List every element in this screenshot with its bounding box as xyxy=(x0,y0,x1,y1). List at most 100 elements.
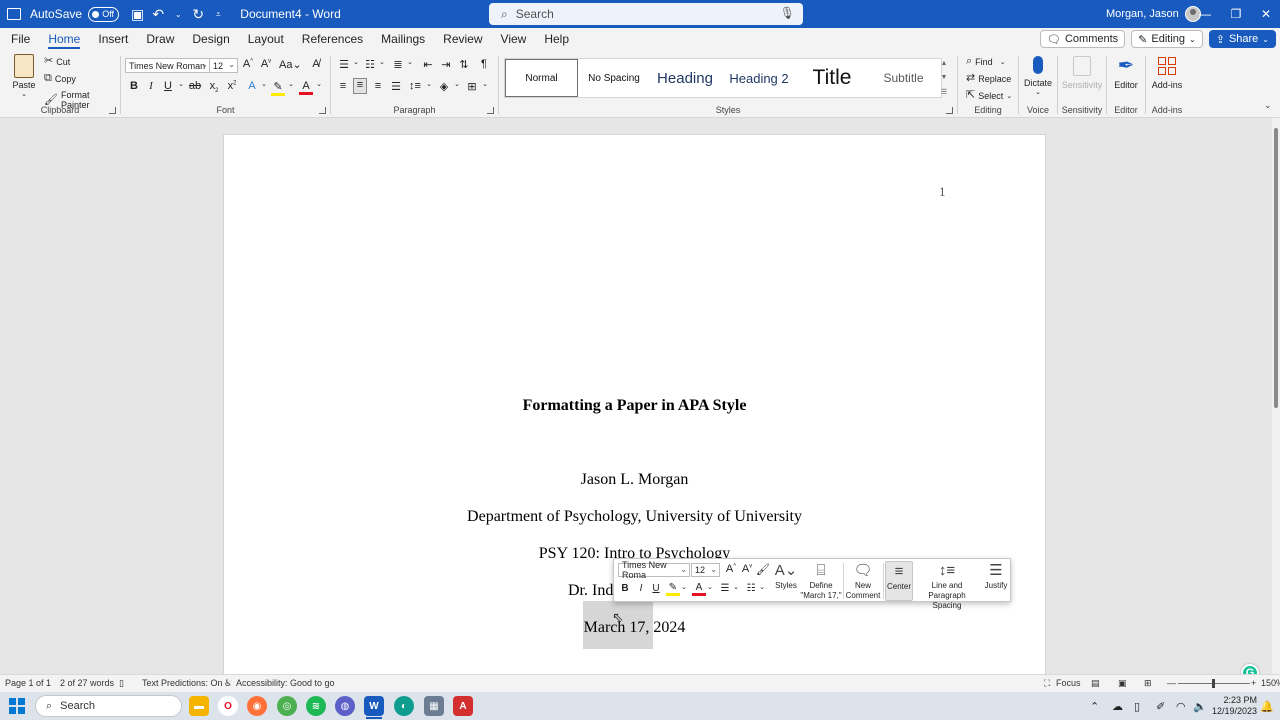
comments-button[interactable]: 🗨 Comments xyxy=(1040,30,1126,48)
redo-icon[interactable]: ↻ xyxy=(192,6,204,23)
sort-icon[interactable]: ⇅ xyxy=(457,58,471,71)
tray-overflow-icon[interactable]: ⌃ xyxy=(1090,692,1099,720)
editor-button[interactable]: ✒ Editor xyxy=(1109,54,1143,90)
tab-layout[interactable]: Layout xyxy=(237,28,291,50)
tab-mailings[interactable]: Mailings xyxy=(370,28,432,50)
usb-icon[interactable]: ▯ xyxy=(1134,692,1140,720)
sensitivity-button[interactable]: Sensitivity xyxy=(1060,54,1104,90)
mini-font-name-select[interactable]: Times New Roma ⌄ xyxy=(618,560,690,580)
taskbar-search[interactable]: ⌕ Search xyxy=(35,695,182,717)
firefox-icon[interactable]: ◉ xyxy=(247,696,267,716)
select-button[interactable]: ⇱ Select ⌄ xyxy=(966,90,1012,101)
font-color-icon[interactable]: A xyxy=(299,80,313,95)
borders-icon[interactable]: ⊞ xyxy=(465,80,479,93)
share-button[interactable]: ⇪ Share ⌄ xyxy=(1208,30,1276,48)
save-icon[interactable]: ▣ xyxy=(131,6,144,23)
zoom-in-icon[interactable]: + xyxy=(1251,678,1256,688)
justify-button[interactable]: ☰ Justify xyxy=(982,561,1010,601)
file-explorer-icon[interactable]: ▬ xyxy=(189,696,209,716)
tab-review[interactable]: Review xyxy=(432,28,489,50)
user-account[interactable]: Morgan, Jason xyxy=(1106,0,1201,28)
mini-grow-font-icon[interactable]: A^ xyxy=(724,563,738,575)
chevron-down-icon[interactable]: ⌄ xyxy=(703,583,717,591)
strikethrough-icon[interactable]: ab xyxy=(188,80,202,92)
subscript-icon[interactable]: x2 xyxy=(207,80,221,94)
close-icon[interactable]: ✕ xyxy=(1251,0,1280,28)
mini-format-painter-icon[interactable]: 🖌 xyxy=(756,563,770,576)
browser-icon[interactable]: ◐ xyxy=(394,696,414,716)
line-spacing-icon[interactable]: ↕≡ xyxy=(408,80,422,92)
app-icon[interactable]: ◍ xyxy=(335,696,355,716)
chevron-down-icon[interactable]: ⌄ xyxy=(422,80,436,88)
chevron-down-icon[interactable]: ⌄ xyxy=(284,80,298,88)
dictate-button[interactable]: Dictate ⌄ xyxy=(1021,54,1055,96)
find-button[interactable]: ⌕ Find ⌄ xyxy=(966,56,1006,67)
calculator-icon[interactable]: ▦ xyxy=(424,696,444,716)
decrease-indent-icon[interactable]: ⇤ xyxy=(421,58,435,71)
zoom-out-icon[interactable]: — xyxy=(1167,678,1176,688)
title-search-box[interactable]: ⌕ Search 🎙 xyxy=(489,3,803,25)
mini-italic-icon[interactable]: I xyxy=(634,583,648,594)
chevron-down-icon[interactable]: ⌄ xyxy=(729,583,743,591)
font-size-select[interactable]: 12 ⌄ xyxy=(209,58,238,73)
undo-dropdown-icon[interactable]: ⌄ xyxy=(172,10,184,19)
align-right-icon[interactable]: ≡ xyxy=(371,80,385,92)
clipboard-launcher-icon[interactable] xyxy=(109,107,116,114)
define-button[interactable]: ⌸ Define "March 17," xyxy=(800,561,842,601)
windows-start-icon[interactable] xyxy=(9,698,25,714)
shading-icon[interactable]: ◈ xyxy=(437,80,451,93)
bold-icon[interactable]: B xyxy=(127,80,141,92)
mini-shrink-font-icon[interactable]: Av xyxy=(740,563,754,575)
cut-button[interactable]: ✂ Cut xyxy=(44,56,70,67)
tab-view[interactable]: View xyxy=(490,28,534,50)
chevron-down-icon[interactable]: ⌄ xyxy=(312,80,326,88)
justify-icon[interactable]: ☰ xyxy=(389,80,403,93)
superscript-icon[interactable]: x2 xyxy=(225,80,239,92)
tab-insert[interactable]: Insert xyxy=(87,28,135,50)
chevron-down-icon[interactable]: ⌄ xyxy=(403,58,417,66)
undo-icon[interactable]: ↶ xyxy=(152,6,164,23)
paste-button[interactable]: Paste ⌄ xyxy=(10,54,38,98)
tab-draw[interactable]: Draw xyxy=(135,28,181,50)
mini-styles-button[interactable]: A⌄ Styles xyxy=(772,561,800,601)
wifi-icon[interactable]: ◠ xyxy=(1176,692,1186,720)
autosave-control[interactable]: AutoSave Off xyxy=(30,6,120,22)
restore-icon[interactable]: ❐ xyxy=(1221,0,1251,28)
microphone-icon[interactable]: 🎙 xyxy=(780,6,795,20)
chevron-down-icon[interactable]: ⌄ xyxy=(478,80,492,88)
zoom-slider-thumb[interactable] xyxy=(1212,679,1215,688)
tab-design[interactable]: Design xyxy=(181,28,236,50)
pen-icon[interactable]: ✐ xyxy=(1156,692,1165,720)
volume-icon[interactable]: 🔈 xyxy=(1193,692,1207,720)
tab-home[interactable]: Home xyxy=(37,28,87,50)
italic-icon[interactable]: I xyxy=(144,80,158,92)
change-case-icon[interactable]: Aa⌄ xyxy=(279,58,302,71)
proofing-icon[interactable]: ▯ xyxy=(119,678,124,689)
highlight-icon[interactable]: ✎ xyxy=(271,80,285,96)
new-comment-button[interactable]: 🗨 New Comment xyxy=(845,561,881,601)
chrome-icon[interactable]: ◎ xyxy=(277,696,297,716)
accessibility-status[interactable]: Accessibility: Good to go xyxy=(236,678,335,688)
paragraph-launcher-icon[interactable] xyxy=(487,107,494,114)
copy-button[interactable]: ⧉ Copy xyxy=(44,73,76,84)
center-button[interactable]: ≡ Center xyxy=(885,561,913,601)
tab-help[interactable]: Help xyxy=(533,28,576,50)
word-count[interactable]: 2 of 27 words xyxy=(60,678,114,688)
mini-bold-icon[interactable]: B xyxy=(618,583,632,594)
print-layout-icon[interactable]: ▣ xyxy=(1118,678,1127,689)
autosave-toggle[interactable]: Off xyxy=(88,6,120,22)
line-paragraph-spacing-button[interactable]: ↕≡ Line and Paragraph Spacing xyxy=(913,561,981,610)
acrobat-icon[interactable]: A xyxy=(453,696,473,716)
web-layout-icon[interactable]: ⊞ xyxy=(1144,678,1152,689)
show-formatting-icon[interactable]: ¶ xyxy=(477,58,491,70)
cloud-icon[interactable]: ☁ xyxy=(1112,692,1123,720)
chevron-down-icon[interactable]: ⌄ xyxy=(174,80,188,88)
notification-bell-icon[interactable]: 🔔 xyxy=(1260,692,1274,720)
scrollbar-thumb[interactable] xyxy=(1274,128,1278,408)
tab-file[interactable]: File xyxy=(0,28,37,50)
minimize-icon[interactable]: — xyxy=(1190,0,1220,28)
read-mode-icon[interactable]: ▤ xyxy=(1091,678,1100,689)
clear-formatting-icon[interactable]: A̸ xyxy=(309,58,323,70)
align-center-icon[interactable]: ≡ xyxy=(353,78,367,94)
editing-mode-button[interactable]: ✎ Editing ⌄ xyxy=(1131,30,1203,48)
